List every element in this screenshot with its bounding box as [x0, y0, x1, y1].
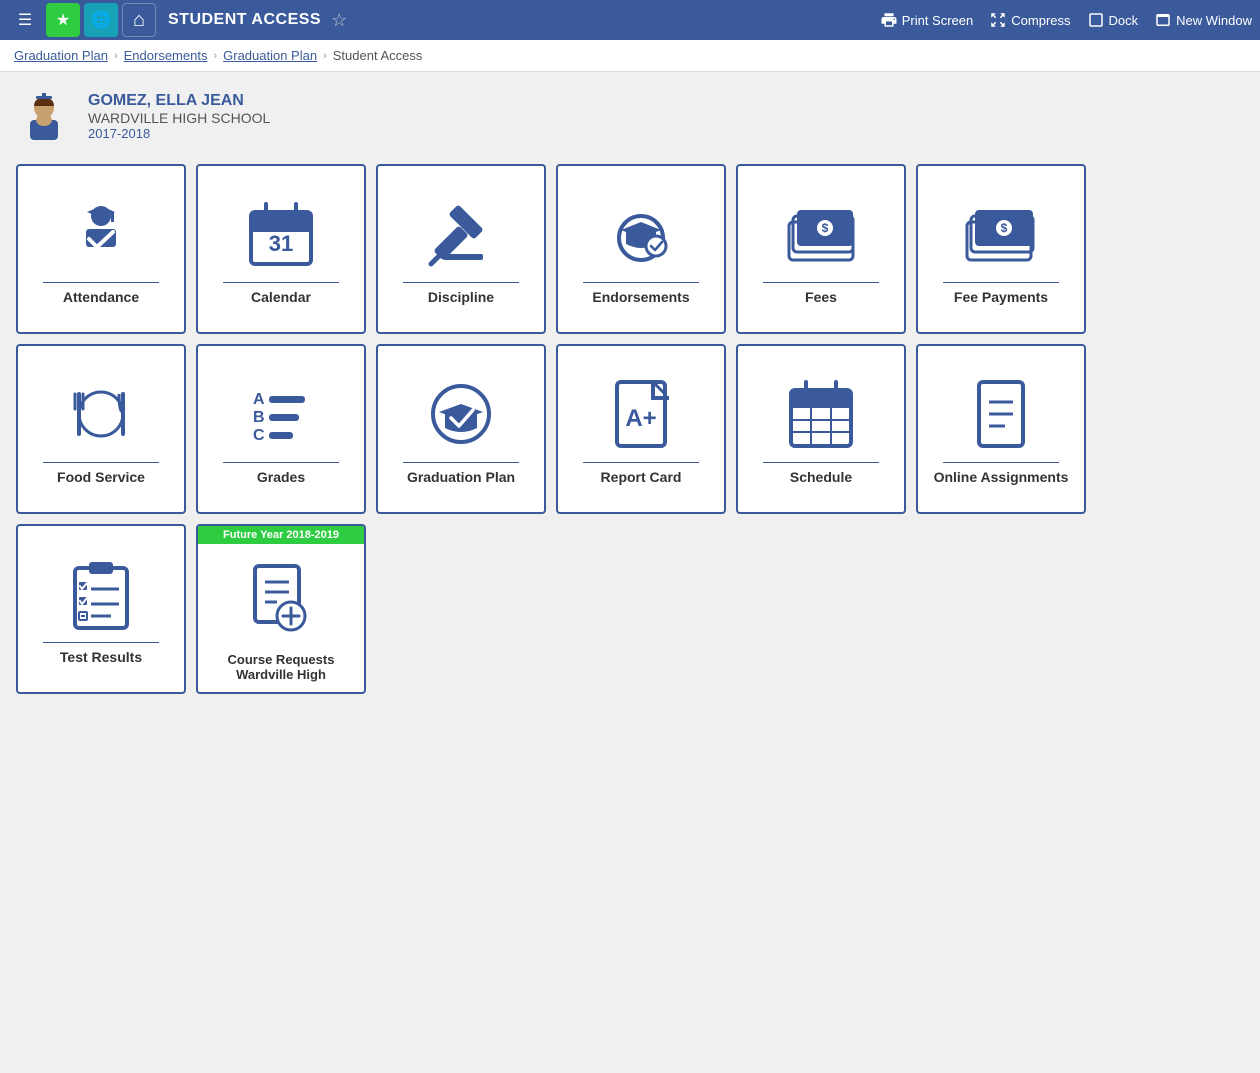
- grades-icon: A B C: [241, 374, 321, 454]
- report-card-divider: [583, 462, 700, 463]
- graduation-plan-divider: [403, 462, 520, 463]
- endorsements-icon: [601, 194, 681, 274]
- fee-payments-icon: $: [961, 194, 1041, 274]
- attendance-label: Attendance: [63, 289, 139, 305]
- online-assignments-icon: [961, 374, 1041, 454]
- breadcrumb-current: Student Access: [333, 48, 423, 63]
- graduation-plan-icon: [421, 374, 501, 454]
- schedule-icon: [781, 374, 861, 454]
- globe-button[interactable]: 🌐: [84, 3, 118, 37]
- print-screen-button[interactable]: Print Screen: [880, 11, 974, 29]
- test-results-icon: [61, 554, 141, 634]
- future-badge: Future Year 2018-2019: [198, 526, 364, 544]
- attendance-icon: [61, 194, 141, 274]
- star-icon[interactable]: ☆: [331, 10, 347, 31]
- topbar-left: ☰ ★ 🌐 ⌂ STUDENT ACCESS ☆: [8, 3, 347, 37]
- tile-grades[interactable]: A B C Grades: [196, 344, 366, 514]
- tile-fee-payments[interactable]: $ Fee Payments: [916, 164, 1086, 334]
- sep-3: ›: [323, 50, 327, 62]
- schedule-divider: [763, 462, 880, 463]
- course-requests-icon: [241, 558, 321, 638]
- home-button[interactable]: ⌂: [122, 3, 156, 37]
- topbar-right: Print Screen Compress Dock New Window: [880, 11, 1252, 29]
- test-results-label: Test Results: [60, 649, 142, 665]
- student-year: 2017-2018: [88, 126, 270, 141]
- tile-report-card[interactable]: A+ Report Card: [556, 344, 726, 514]
- compress-label: Compress: [1011, 13, 1070, 28]
- food-service-divider: [43, 462, 160, 463]
- favorites-button[interactable]: ★: [46, 3, 80, 37]
- attendance-divider: [43, 282, 160, 283]
- grades-label: Grades: [257, 469, 305, 485]
- calendar-label: Calendar: [251, 289, 311, 305]
- fee-payments-label: Fee Payments: [954, 289, 1048, 305]
- tile-graduation-plan[interactable]: Graduation Plan: [376, 344, 546, 514]
- svg-text:C: C: [253, 427, 265, 444]
- tiles-row-1: Attendance 31 Calendar: [16, 164, 1244, 334]
- calendar-icon: 31: [241, 194, 321, 274]
- tile-attendance[interactable]: Attendance: [16, 164, 186, 334]
- svg-text:A: A: [253, 391, 265, 408]
- fees-label: Fees: [805, 289, 837, 305]
- new-window-label: New Window: [1176, 13, 1252, 28]
- svg-text:A+: A+: [625, 405, 656, 432]
- new-window-button[interactable]: New Window: [1154, 11, 1252, 29]
- food-service-icon: [61, 374, 141, 454]
- tile-endorsements[interactable]: Endorsements: [556, 164, 726, 334]
- grades-divider: [223, 462, 340, 463]
- dock-button[interactable]: Dock: [1087, 11, 1139, 29]
- food-service-label: Food Service: [57, 469, 145, 485]
- tile-fees[interactable]: $ Fees: [736, 164, 906, 334]
- menu-button[interactable]: ☰: [8, 3, 42, 37]
- tile-food-service[interactable]: Food Service: [16, 344, 186, 514]
- tile-calendar[interactable]: 31 Calendar: [196, 164, 366, 334]
- discipline-divider: [403, 282, 520, 283]
- student-school: WARDVILLE HIGH SCHOOL: [88, 110, 270, 126]
- svg-text:$: $: [1001, 221, 1008, 235]
- online-assignments-divider: [943, 462, 1060, 463]
- app-title: STUDENT ACCESS: [168, 11, 321, 29]
- main-content: GOMEZ, ELLA JEAN WARDVILLE HIGH SCHOOL 2…: [0, 72, 1260, 720]
- dock-label: Dock: [1109, 13, 1139, 28]
- graduation-plan-label: Graduation Plan: [407, 469, 515, 485]
- online-assignments-label: Online Assignments: [934, 469, 1069, 485]
- schedule-label: Schedule: [790, 469, 852, 485]
- student-header: GOMEZ, ELLA JEAN WARDVILLE HIGH SCHOOL 2…: [16, 88, 1244, 144]
- fees-icon: $: [781, 194, 861, 274]
- svg-text:B: B: [253, 409, 265, 426]
- svg-text:$: $: [822, 221, 829, 235]
- report-card-icon: A+: [601, 374, 681, 454]
- tiles-row-2: Food Service A B C Grades: [16, 344, 1244, 514]
- discipline-label: Discipline: [428, 289, 494, 305]
- tile-online-assignments[interactable]: Online Assignments: [916, 344, 1086, 514]
- tiles-row-3: Test Results Future Year 2018-2019 Cours…: [16, 524, 1244, 694]
- breadcrumb-item-2[interactable]: Endorsements: [124, 48, 208, 63]
- endorsements-divider: [583, 282, 700, 283]
- endorsements-label: Endorsements: [592, 289, 689, 305]
- breadcrumb-item-3[interactable]: Graduation Plan: [223, 48, 317, 63]
- student-info: GOMEZ, ELLA JEAN WARDVILLE HIGH SCHOOL 2…: [88, 92, 270, 141]
- tile-discipline[interactable]: Discipline: [376, 164, 546, 334]
- fee-payments-divider: [943, 282, 1060, 283]
- tile-test-results[interactable]: Test Results: [16, 524, 186, 694]
- calendar-divider: [223, 282, 340, 283]
- svg-text:31: 31: [269, 231, 293, 256]
- compress-button[interactable]: Compress: [989, 11, 1070, 29]
- student-name: GOMEZ, ELLA JEAN: [88, 92, 270, 110]
- sep-1: ›: [114, 50, 118, 62]
- course-requests-label: Course Requests Wardville High: [228, 652, 335, 682]
- print-label: Print Screen: [902, 13, 974, 28]
- test-results-divider: [43, 642, 160, 643]
- tile-course-requests[interactable]: Future Year 2018-2019 Course Requests Wa…: [196, 524, 366, 694]
- sep-2: ›: [213, 50, 217, 62]
- tile-schedule[interactable]: Schedule: [736, 344, 906, 514]
- fees-divider: [763, 282, 880, 283]
- discipline-icon: [421, 194, 501, 274]
- topbar: ☰ ★ 🌐 ⌂ STUDENT ACCESS ☆ Print Screen Co…: [0, 0, 1260, 40]
- student-avatar: [16, 88, 72, 144]
- report-card-label: Report Card: [601, 469, 682, 485]
- breadcrumb-item-1[interactable]: Graduation Plan: [14, 48, 108, 63]
- breadcrumb: Graduation Plan › Endorsements › Graduat…: [0, 40, 1260, 72]
